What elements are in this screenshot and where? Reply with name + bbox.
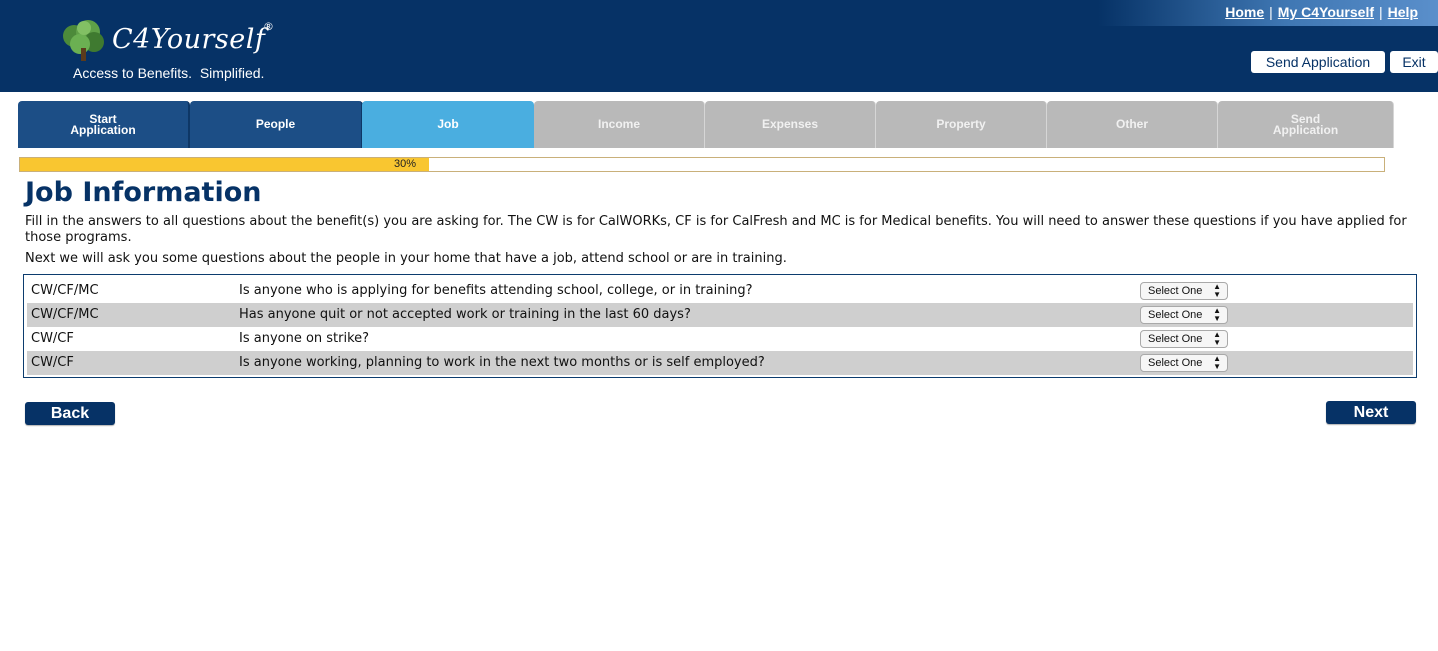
questions-table: CW/CF/MC Is anyone who is applying for b… [23, 274, 1417, 378]
answer-select[interactable]: Select One ▲ ▼ [1140, 354, 1228, 372]
c4yourself-logo[interactable]: C4Yourself ® Access to Benefits. Simplif… [60, 18, 310, 84]
step-people[interactable]: People [190, 101, 363, 148]
progress-fill [20, 158, 430, 171]
top-links: Home | My C4Yourself | Help [1225, 4, 1418, 20]
page-header: C4Yourself ® Access to Benefits. Simplif… [0, 0, 1438, 92]
send-application-button[interactable]: Send Application [1251, 51, 1385, 73]
tree-icon [63, 20, 104, 61]
tagline: Access to Benefits. Simplified. [73, 65, 265, 81]
home-link[interactable]: Home [1225, 4, 1264, 20]
next-button[interactable]: Next [1326, 401, 1416, 424]
page-title: Job Information [25, 177, 262, 208]
answer-select[interactable]: Select One ▲ ▼ [1140, 330, 1228, 348]
question-text: Is anyone working, planning to work in t… [239, 355, 765, 370]
table-row: CW/CF Is anyone working, planning to wor… [27, 351, 1413, 375]
program-codes: CW/CF/MC [31, 283, 99, 298]
program-codes: CW/CF/MC [31, 307, 99, 322]
step-expenses: Expenses [705, 101, 876, 148]
help-link[interactable]: Help [1388, 4, 1418, 20]
logo-text: C4Yourself [112, 24, 266, 55]
question-text: Is anyone who is applying for benefits a… [239, 283, 753, 298]
step-other: Other [1047, 101, 1218, 148]
answer-select[interactable]: Select One ▲ ▼ [1140, 306, 1228, 324]
table-row: CW/CF/MC Has anyone quit or not accepted… [27, 303, 1413, 327]
progress-label: 30% [394, 158, 417, 170]
link-separator: | [1379, 4, 1383, 20]
step-start-application[interactable]: Start Application [18, 101, 190, 148]
program-codes: CW/CF [31, 355, 74, 370]
back-button[interactable]: Back [25, 402, 115, 425]
answer-select[interactable]: Select One ▲ ▼ [1140, 282, 1228, 300]
step-send-application: Send Application [1218, 101, 1394, 148]
step-property: Property [876, 101, 1047, 148]
step-navigation: Start Application People Job Income Expe… [18, 101, 1394, 148]
select-value: Select One [1148, 333, 1203, 345]
program-codes: CW/CF [31, 331, 74, 346]
link-separator: | [1269, 4, 1273, 20]
select-arrows-icon: ▲ ▼ [1213, 282, 1221, 299]
intro-text-2: Next we will ask you some questions abou… [25, 251, 787, 266]
progress-bar: 30% [19, 157, 1385, 172]
question-text: Is anyone on strike? [239, 331, 370, 346]
question-text: Has anyone quit or not accepted work or … [239, 307, 691, 322]
registered-mark: ® [263, 20, 274, 33]
select-value: Select One [1148, 309, 1203, 321]
table-row: CW/CF/MC Is anyone who is applying for b… [27, 279, 1413, 303]
select-arrows-icon: ▲ ▼ [1213, 330, 1221, 347]
step-income: Income [534, 101, 705, 148]
intro-text: Fill in the answers to all questions abo… [25, 214, 1407, 245]
select-arrows-icon: ▲ ▼ [1213, 306, 1221, 323]
table-row: CW/CF Is anyone on strike? Select One ▲ ▼ [27, 327, 1413, 351]
select-arrows-icon: ▲ ▼ [1213, 354, 1221, 371]
select-value: Select One [1148, 357, 1203, 369]
select-value: Select One [1148, 285, 1203, 297]
step-job[interactable]: Job [362, 101, 534, 148]
my-c4yourself-link[interactable]: My C4Yourself [1278, 4, 1374, 20]
exit-button[interactable]: Exit [1390, 51, 1438, 73]
